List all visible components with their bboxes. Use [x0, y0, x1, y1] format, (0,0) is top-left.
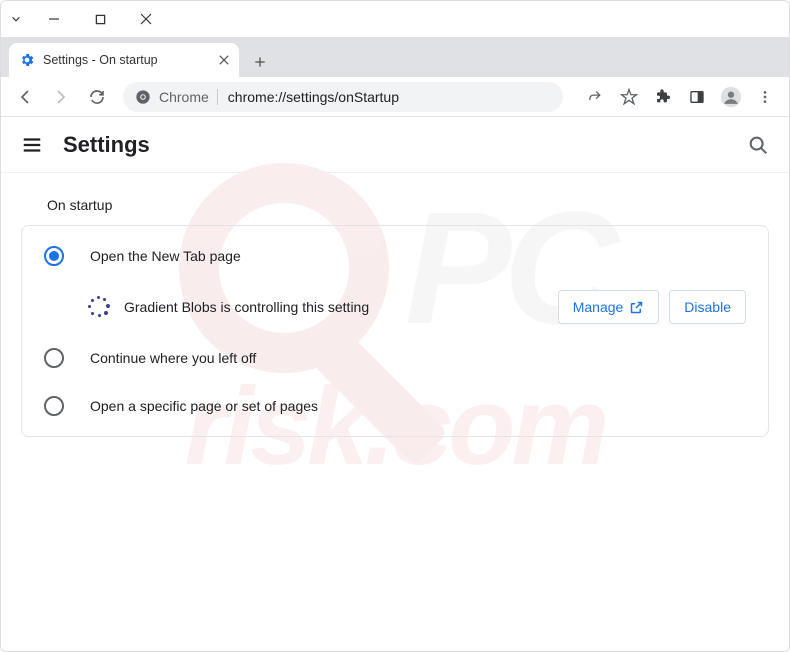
extension-control-notice: Gradient Blobs is controlling this setti… [22, 280, 768, 334]
divider [217, 89, 218, 105]
gear-icon [19, 52, 35, 68]
option-label: Open the New Tab page [90, 248, 241, 264]
url-text: chrome://settings/onStartup [228, 89, 399, 105]
chrome-logo-icon [135, 89, 151, 105]
toolbar: Chrome chrome://settings/onStartup [1, 77, 789, 117]
controlled-by-text: Gradient Blobs is controlling this setti… [124, 299, 544, 315]
settings-content: On startup Open the New Tab page Gradien… [1, 173, 789, 461]
tab-title: Settings - On startup [43, 53, 211, 67]
new-tab-button[interactable] [245, 47, 275, 77]
external-link-icon [629, 300, 644, 315]
window-controls [1, 1, 789, 37]
manage-button[interactable]: Manage [558, 290, 660, 324]
minimize-button[interactable] [31, 1, 77, 37]
tab-strip: Settings - On startup [1, 37, 789, 77]
profile-button[interactable] [715, 81, 747, 113]
close-window-button[interactable] [123, 1, 169, 37]
extensions-button[interactable] [647, 81, 679, 113]
share-button[interactable] [579, 81, 611, 113]
site-label: Chrome [159, 89, 209, 105]
back-button[interactable] [9, 81, 41, 113]
option-label: Continue where you left off [90, 350, 256, 366]
tab-search-button[interactable] [1, 1, 31, 37]
bookmark-button[interactable] [613, 81, 645, 113]
reload-button[interactable] [81, 81, 113, 113]
site-info-chip[interactable]: Chrome [135, 89, 218, 105]
settings-header: Settings [1, 117, 789, 173]
address-bar[interactable]: Chrome chrome://settings/onStartup [123, 82, 563, 112]
startup-option-continue[interactable]: Continue where you left off [22, 334, 768, 382]
startup-card: Open the New Tab page Gradient Blobs is … [21, 225, 769, 437]
extension-icon [88, 296, 110, 318]
disable-button[interactable]: Disable [669, 290, 746, 324]
startup-option-new-tab[interactable]: Open the New Tab page [22, 232, 768, 280]
radio-unselected-icon [44, 348, 64, 368]
browser-tab[interactable]: Settings - On startup [9, 43, 239, 77]
close-tab-button[interactable] [219, 55, 229, 65]
search-settings-button[interactable] [747, 134, 769, 156]
side-panel-button[interactable] [681, 81, 713, 113]
option-label: Open a specific page or set of pages [90, 398, 318, 414]
section-heading: On startup [47, 197, 769, 213]
page-title: Settings [63, 132, 150, 158]
menu-toggle-button[interactable] [21, 134, 43, 156]
menu-button[interactable] [749, 81, 781, 113]
startup-option-specific-pages[interactable]: Open a specific page or set of pages [22, 382, 768, 430]
radio-selected-icon [44, 246, 64, 266]
forward-button[interactable] [45, 81, 77, 113]
maximize-button[interactable] [77, 1, 123, 37]
radio-unselected-icon [44, 396, 64, 416]
